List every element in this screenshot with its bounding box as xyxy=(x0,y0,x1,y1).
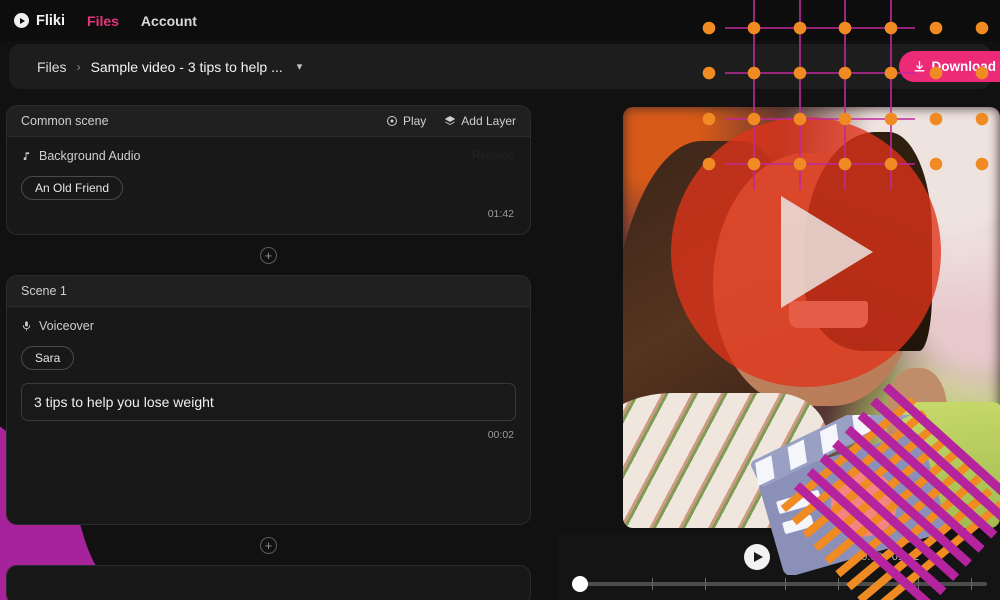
breadcrumb-separator: › xyxy=(76,59,81,74)
add-layer-button[interactable]: Add Layer xyxy=(444,114,516,128)
script-input[interactable]: 3 tips to help you lose weight xyxy=(21,383,516,421)
clapperboard-illustration xyxy=(750,415,947,575)
brand-name: Fliki xyxy=(36,12,66,29)
background-audio-label: Background Audio xyxy=(39,149,141,163)
play-scene-button[interactable]: Play xyxy=(386,114,426,128)
top-navigation-bar: Fliki Files Account xyxy=(0,0,1000,41)
play-circle-icon xyxy=(14,13,29,28)
breadcrumb: Files › Sample video - 3 tips to help ..… xyxy=(9,59,302,75)
add-scene-row-2: + xyxy=(6,525,531,565)
download-button[interactable]: Download xyxy=(898,51,1000,82)
breadcrumb-files[interactable]: Files xyxy=(37,59,67,75)
music-note-icon xyxy=(23,152,30,161)
play-circle-icon xyxy=(386,116,397,126)
voiceover-row[interactable]: Voiceover xyxy=(21,319,516,333)
scene-1-title: Scene 1 xyxy=(21,284,67,298)
timeline-scrubber[interactable] xyxy=(572,576,987,592)
download-icon xyxy=(914,60,924,72)
common-scene-title: Common scene xyxy=(21,114,109,128)
scene-1-duration: 00:02 xyxy=(487,429,514,441)
breadcrumb-current: Sample video - 3 tips to help ... xyxy=(90,58,283,75)
play-triangle-icon[interactable] xyxy=(671,117,941,387)
chevron-down-icon[interactable]: ▾ xyxy=(297,60,303,73)
download-label: Download xyxy=(931,59,997,74)
timeline-handle[interactable] xyxy=(572,576,588,592)
add-scene-row-1: + xyxy=(6,235,531,275)
add-layer-label: Add Layer xyxy=(461,114,516,128)
scene-1-body: Voiceover Sara 3 tips to help you lose w… xyxy=(7,307,530,455)
add-scene-button-2[interactable]: + xyxy=(260,536,277,554)
background-audio-row[interactable]: Background Audio xyxy=(21,149,516,163)
play-label: Play xyxy=(402,114,427,128)
nav-link-account[interactable]: Account xyxy=(141,13,197,29)
voice-chip[interactable]: Sara xyxy=(21,346,75,370)
nav-link-files[interactable]: Files xyxy=(87,13,119,29)
scene-editor-panel: Common scene Play Add Layer Background A… xyxy=(6,105,531,600)
breadcrumb-bar: Files › Sample video - 3 tips to help ..… xyxy=(9,44,991,89)
common-scene-duration: 01:42 xyxy=(487,208,514,220)
common-scene-body: Background Audio Replace An Old Friend 0… xyxy=(7,137,530,234)
common-scene-header: Common scene Play Add Layer xyxy=(7,106,530,137)
scene-1-header: Scene 1 xyxy=(7,276,530,307)
microphone-icon xyxy=(22,321,31,331)
add-scene-button[interactable]: + xyxy=(260,246,277,264)
common-scene-card: Common scene Play Add Layer Background A… xyxy=(6,105,531,235)
app-logo[interactable]: Fliki xyxy=(14,13,65,29)
replace-audio-label[interactable]: Replace xyxy=(472,150,514,162)
scene-2-card[interactable] xyxy=(6,565,531,600)
scene-1-card: Scene 1 Voiceover Sara 3 tips to help yo… xyxy=(6,275,531,525)
audio-track-chip[interactable]: An Old Friend xyxy=(21,176,124,200)
layers-icon xyxy=(445,116,456,125)
voiceover-label: Voiceover xyxy=(39,319,94,333)
